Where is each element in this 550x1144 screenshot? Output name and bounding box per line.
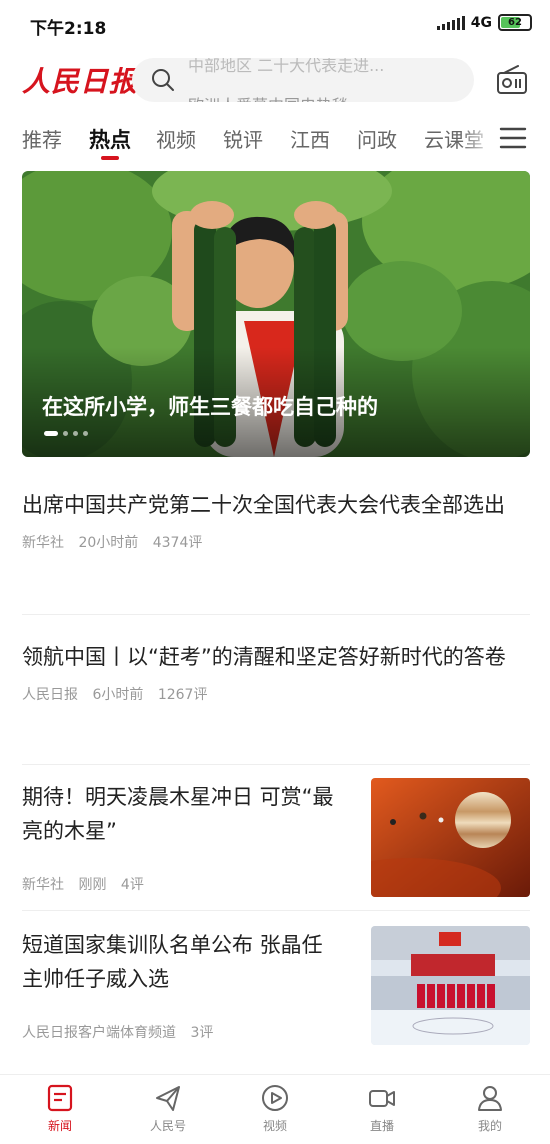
news-item[interactable]: 短道国家集训队名单公布 张晶任主帅任子威入选 人民日报客户端体育频道 3评 [22, 926, 530, 1045]
app-logo: 人民日报 [22, 65, 139, 98]
nav-me[interactable]: 我的 [450, 1083, 530, 1134]
live-camera-icon [369, 1090, 395, 1107]
news-meta: 新华社 20小时前 4374评 [22, 532, 530, 552]
news-title: 期待！明天凌晨木星冲日 可赏“最亮的木星” [22, 785, 334, 843]
menu-icon[interactable] [498, 126, 528, 150]
tab-hot[interactable]: 热点 [89, 124, 131, 154]
banner-title: 在这所小学，师生三餐都吃自己种的 [42, 395, 378, 419]
news-item[interactable]: 期待！明天凌晨木星冲日 可赏“最亮的木星” 新华社 刚刚 4评 [22, 778, 530, 897]
news-comments: 4374评 [152, 535, 203, 551]
nav-label: 人民号 [149, 1119, 186, 1133]
status-bar: 下午2:18 4G 62 [0, 0, 550, 48]
nav-label: 新闻 [47, 1119, 72, 1133]
nav-news[interactable]: 新闻 [20, 1083, 100, 1134]
send-icon [156, 1086, 180, 1111]
news-time: 20小时前 [78, 535, 139, 551]
news-comments: 1267评 [157, 687, 208, 703]
app-header: 人民日报 中部地区 二十大代表走进... 欧洲人爱慕中国电热毯 [0, 52, 550, 108]
search-bar[interactable]: 中部地区 二十大代表走进... 欧洲人爱慕中国电热毯 [132, 58, 474, 102]
news-icon [47, 1084, 73, 1112]
play-icon [262, 1085, 288, 1111]
news-item[interactable]: 领航中国丨以“赶考”的清醒和坚定答好新时代的答卷 人民日报 6小时前 1267评 [22, 640, 530, 704]
battery-icon: 62 [498, 14, 532, 31]
search-suggestion-prev: 中部地区 二十大代表走进... [188, 58, 385, 75]
status-time: 下午2:18 [30, 19, 107, 39]
news-comments: 3评 [190, 1025, 214, 1041]
tab-video[interactable]: 视频 [156, 124, 196, 153]
news-meta: 人民日报 6小时前 1267评 [22, 684, 530, 704]
radio-icon[interactable] [494, 62, 530, 98]
tab-recommend[interactable]: 推荐 [22, 124, 62, 153]
news-source: 人民日报 [22, 687, 78, 703]
user-icon [478, 1086, 502, 1111]
active-tab-indicator [101, 156, 119, 160]
battery-level: 62 [508, 17, 522, 28]
nav-video[interactable]: 视频 [235, 1083, 315, 1134]
news-title: 短道国家集训队名单公布 张晶任主帅任子威入选 [22, 933, 323, 991]
news-source: 人民日报客户端体育频道 [22, 1025, 176, 1041]
tab-jiangxi[interactable]: 江西 [290, 124, 330, 153]
search-icon [152, 69, 174, 91]
team-photo-image [371, 926, 530, 1045]
news-time: 刚刚 [78, 877, 107, 893]
headline-banner[interactable]: 在这所小学，师生三餐都吃自己种的 [22, 171, 530, 457]
news-item[interactable]: 出席中国共产党第二十次全国代表大会代表全部选出 新华社 20小时前 4374评 [22, 488, 530, 552]
news-source: 新华社 [22, 535, 64, 551]
category-tabs: 推荐 热点 视频 锐评 江西 问政 云课堂 [0, 112, 550, 168]
network-type: 4G [470, 14, 492, 31]
divider [22, 910, 530, 911]
news-title: 出席中国共产党第二十次全国代表大会代表全部选出 [22, 493, 505, 517]
carousel-indicator [44, 431, 88, 436]
news-source: 新华社 [22, 877, 64, 893]
news-time: 6小时前 [92, 687, 144, 703]
nav-people[interactable]: 人民号 [128, 1083, 208, 1134]
news-thumbnail [371, 926, 530, 1045]
divider [22, 764, 530, 765]
jupiter-image [371, 778, 530, 897]
news-comments: 4评 [120, 877, 144, 893]
divider [22, 614, 530, 615]
nav-label: 视频 [262, 1119, 287, 1133]
signal-icon [436, 15, 465, 30]
news-thumbnail [371, 778, 530, 897]
status-indicators: 4G 62 [436, 14, 532, 31]
search-suggestion-next: 欧洲人爱慕中国电热毯 [188, 92, 348, 102]
nav-live[interactable]: 直播 [342, 1083, 422, 1134]
nav-label: 我的 [477, 1119, 502, 1133]
tab-commentary[interactable]: 锐评 [223, 124, 263, 153]
news-title: 领航中国丨以“赶考”的清醒和坚定答好新时代的答卷 [22, 645, 506, 669]
tab-inquiry[interactable]: 问政 [357, 124, 397, 153]
nav-label: 直播 [369, 1119, 394, 1133]
bottom-navigation: 新闻 人民号 视频 直播 我的 [0, 1074, 550, 1144]
